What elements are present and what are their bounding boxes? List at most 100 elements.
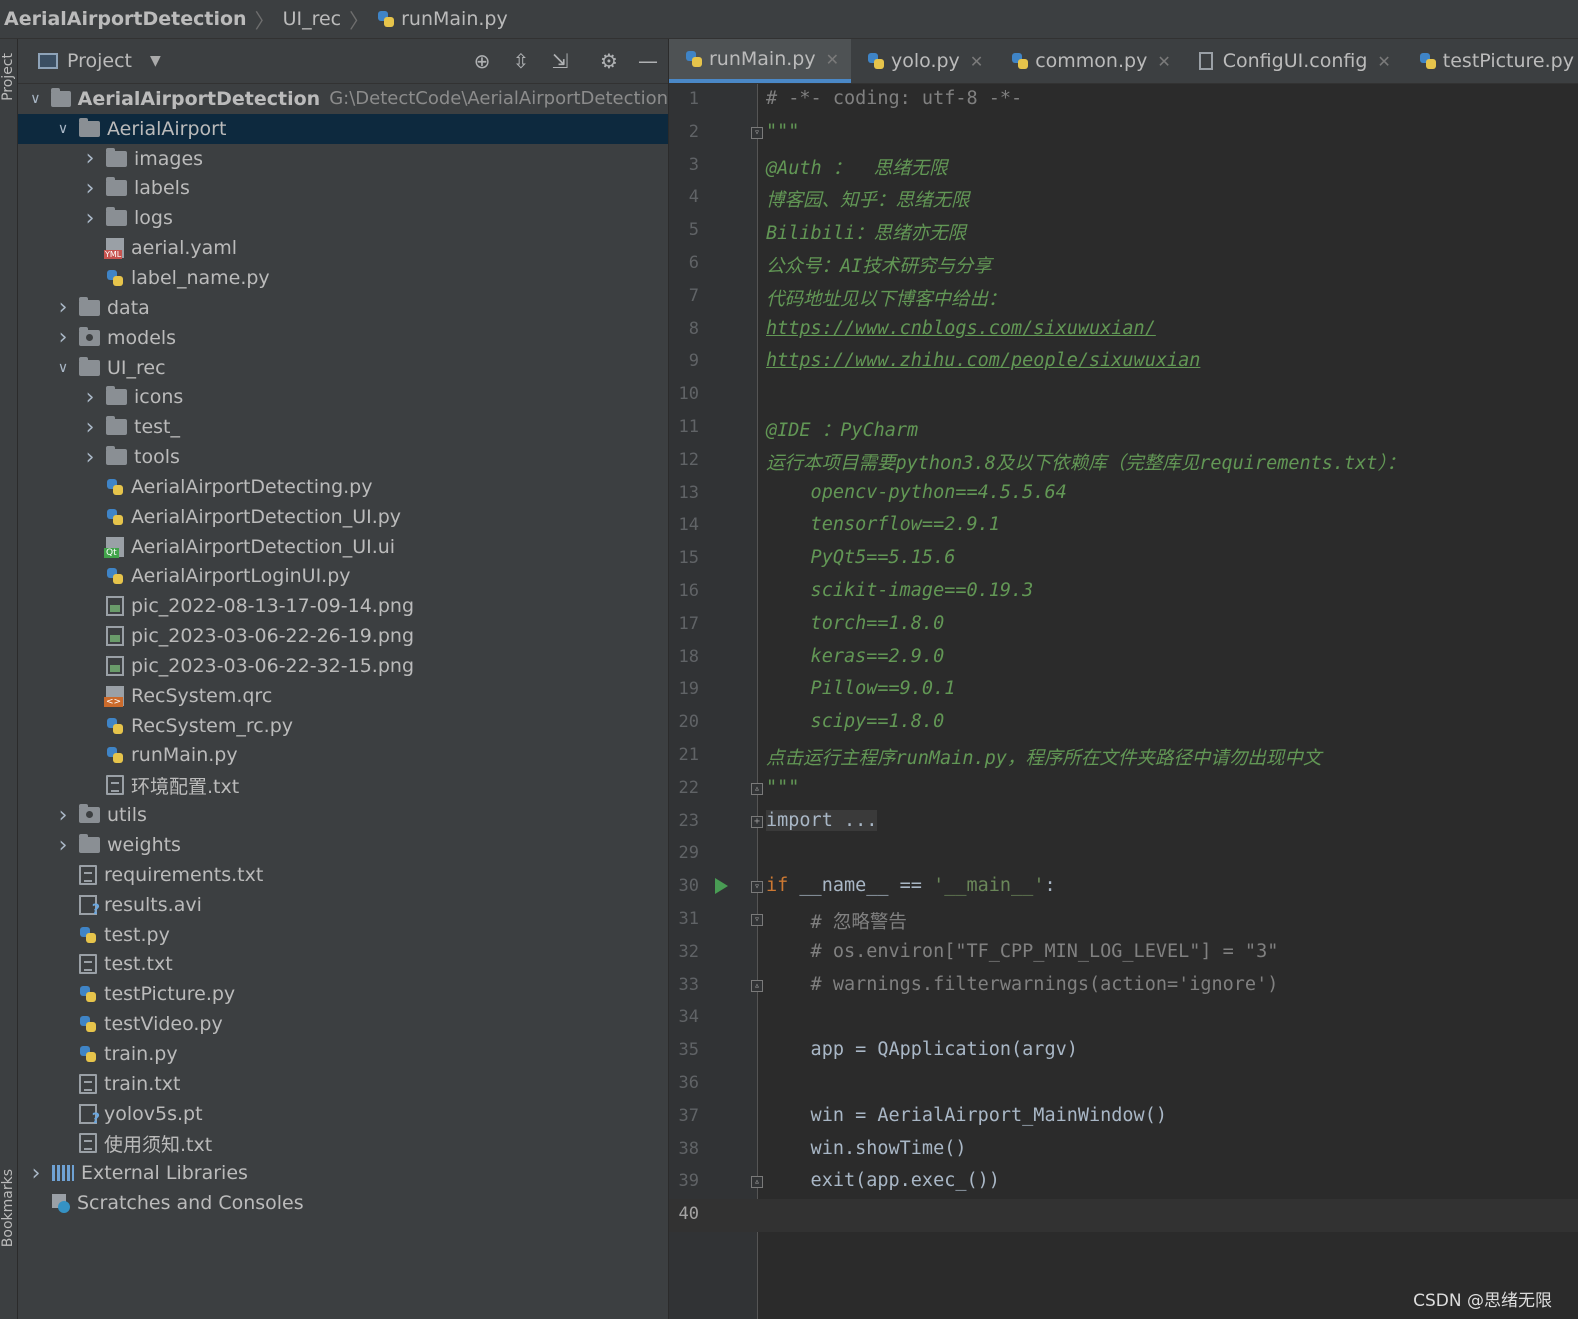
tree-item[interactable]: Scratches and Consoles [18,1188,668,1218]
tree-item[interactable]: RecSystem.qrc [18,681,668,711]
tree-item[interactable]: › labels [18,174,668,204]
code-line[interactable]: 31 ▿ # 忽略警告 [669,904,1578,937]
code-line[interactable]: 37 win = AerialAirport_MainWindow() [669,1101,1578,1134]
code-line[interactable]: 15 PyQt5==5.15.6 [669,543,1578,576]
code-line[interactable]: 21 点击运行主程序runMain.py，程序所在文件夹路径中请勿出现中文 [669,740,1578,773]
tree-item[interactable]: RecSystem_rc.py [18,711,668,741]
tree-item[interactable]: › weights [18,830,668,860]
code-line[interactable]: 18 keras==2.9.0 [669,642,1578,675]
code-line[interactable]: 32 # os.environ["TF_CPP_MIN_LOG_LEVEL"] … [669,937,1578,970]
chevron-right-icon[interactable]: › [26,1161,46,1186]
tree-item[interactable]: label_name.py [18,263,668,293]
tree-item[interactable]: results.avi [18,890,668,920]
fold-marker-icon[interactable]: ▿ [751,881,763,894]
code-line[interactable]: 23 + import ... [669,806,1578,839]
tree-item[interactable]: › models [18,323,668,353]
project-tool-tab[interactable]: Project [0,53,17,101]
chevron-right-icon[interactable]: › [80,176,100,201]
code-line[interactable]: 19 Pillow==9.0.1 [669,674,1578,707]
tree-item[interactable]: aerial.yaml [18,233,668,263]
chevron-down-icon[interactable]: ∨ [26,91,45,107]
tree-item[interactable]: › logs [18,203,668,233]
tree-item[interactable]: › images [18,144,668,174]
chevron-right-icon[interactable]: › [53,325,73,350]
tree-item[interactable]: › tools [18,442,668,472]
collapse-all-icon[interactable]: ⇲ [548,49,572,73]
code-line[interactable]: 17 torch==1.8.0 [669,609,1578,642]
code-line[interactable]: 9 https://www.zhihu.com/people/sixuwuxian [669,346,1578,379]
code-line[interactable]: 10 [669,379,1578,412]
fold-marker-icon[interactable]: ▵ [751,979,763,992]
code-line[interactable]: 39 ▵ exit(app.exec_()) [669,1166,1578,1199]
editor-tab[interactable]: runMain.py ✕ [669,39,852,83]
code-line[interactable]: 33 ▵ # warnings.filterwarnings(action='ig… [669,970,1578,1003]
tree-item[interactable]: › data [18,293,668,323]
tree-item[interactable]: › utils [18,800,668,830]
code-line[interactable]: 3 @Auth ： 思绪无限 [669,150,1578,183]
code-line[interactable]: 11 @IDE ：PyCharm [669,412,1578,445]
editor-tab[interactable]: testPicture.py✕ [1403,39,1578,83]
code-line[interactable]: 5 Bilibili：思绪亦无限 [669,215,1578,248]
tree-item[interactable]: pic_2022-08-13-17-09-14.png [18,591,668,621]
fold-marker-icon[interactable]: ▵ [751,1176,763,1189]
code-line[interactable]: 20 scipy==1.8.0 [669,707,1578,740]
code-line[interactable]: 22 ▵ """ [669,773,1578,806]
tree-item[interactable]: AerialAirportLoginUI.py [18,562,668,592]
tree-item[interactable]: testPicture.py [18,979,668,1009]
code-line[interactable]: 4 博客园、知乎：思绪无限 [669,182,1578,215]
tree-item[interactable]: testVideo.py [18,1009,668,1039]
close-icon[interactable]: ✕ [826,50,839,69]
chevron-right-icon[interactable]: › [53,803,73,828]
tree-item[interactable]: ∨ UI_rec [18,353,668,383]
chevron-right-icon[interactable]: › [80,206,100,231]
code-line[interactable]: 30 ▿ if __name__ == '__main__': [669,871,1578,904]
editor-tab[interactable]: ConfigUI.config ✕ [1183,39,1403,83]
chevron-right-icon[interactable]: › [53,295,73,320]
tree-item[interactable]: requirements.txt [18,860,668,890]
chevron-right-icon[interactable]: › [80,146,100,171]
code-line[interactable]: 7 代码地址见以下博客中给出： [669,281,1578,314]
tree-item[interactable]: AerialAirportDetection_UI.ui [18,532,668,562]
tree-item[interactable]: pic_2023-03-06-22-26-19.png [18,621,668,651]
tree-item[interactable]: AerialAirportDetection_UI.py [18,502,668,532]
code-line[interactable]: 34 [669,1002,1578,1035]
chevron-right-icon[interactable]: › [80,445,100,470]
tree-item[interactable]: pic_2023-03-06-22-32-15.png [18,651,668,681]
breadcrumb-project[interactable]: AerialAirportDetection [0,8,247,30]
chevron-down-icon[interactable]: ▼ [150,53,161,69]
expand-all-icon[interactable]: ⇳ [509,49,533,73]
close-icon[interactable]: ✕ [1377,52,1390,71]
code-token[interactable]: import ... [766,809,878,831]
tree-item[interactable]: train.txt [18,1069,668,1099]
tree-item[interactable]: 环境配置.txt [18,770,668,800]
editor-tab[interactable]: common.py ✕ [995,39,1183,83]
tree-item[interactable]: ∨ AerialAirport [18,113,668,144]
fold-marker-icon[interactable]: ▿ [751,126,763,139]
locate-icon[interactable]: ⊕ [470,49,494,73]
code-line[interactable]: 29 [669,838,1578,871]
fold-expand-icon[interactable]: + [751,815,763,828]
code-line[interactable]: 14 tensorflow==2.9.1 [669,510,1578,543]
tree-item[interactable]: › icons [18,382,668,412]
gear-icon[interactable]: ⚙ [597,49,621,73]
code-line[interactable]: 35 app = QApplication(argv) [669,1035,1578,1068]
run-gutter-icon[interactable] [715,878,728,895]
code-token[interactable]: https://www.cnblogs.com/sixuwuxian/ [766,318,1156,339]
tree-item[interactable]: › test_ [18,412,668,442]
tree-item[interactable]: test.py [18,920,668,950]
tree-item[interactable]: yolov5s.pt [18,1099,668,1129]
tree-item[interactable]: runMain.py [18,741,668,771]
close-icon[interactable]: ✕ [970,52,983,71]
code-line[interactable]: 6 公众号：AI技术研究与分享 [669,248,1578,281]
code-line[interactable]: 8 https://www.cnblogs.com/sixuwuxian/ [669,314,1578,347]
code-area[interactable]: 1 # -*- coding: utf-8 -*- 2 ▿ """ 3 @Auth ： 思绪… [669,84,1578,1232]
fold-marker-icon[interactable]: ▿ [751,913,763,926]
tree-item[interactable]: 使用须知.txt [18,1129,668,1159]
tree-item[interactable]: AerialAirportDetecting.py [18,472,668,502]
chevron-down-icon[interactable]: ∨ [53,121,73,137]
project-view-selector[interactable]: Project [67,50,132,72]
code-line[interactable]: 16 scikit-image==0.19.3 [669,576,1578,609]
tree-item[interactable]: train.py [18,1039,668,1069]
close-icon[interactable]: ✕ [1157,52,1170,71]
breadcrumb-folder[interactable]: UI_rec [283,8,342,30]
